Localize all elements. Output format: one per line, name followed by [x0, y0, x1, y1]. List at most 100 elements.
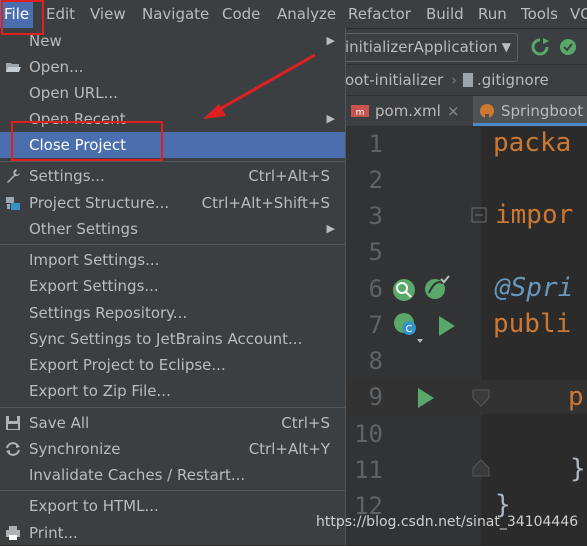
menu-item-other-settings-label: Other Settings	[29, 220, 138, 238]
menu-item-settings-repository[interactable]: Settings Repository...	[0, 300, 345, 326]
spring-bean-icon[interactable]	[391, 277, 417, 303]
run-icon[interactable]	[416, 386, 436, 410]
submenu-arrow-icon: ▶	[326, 34, 335, 47]
annotation-arrow-icon	[203, 53, 316, 119]
menu-build-label: Build	[426, 5, 464, 23]
menu-edit[interactable]: Edit	[42, 0, 79, 28]
menu-refactor[interactable]: Refactor	[344, 0, 415, 28]
navigation-bar: oot-initializer › .gitignore	[345, 65, 587, 96]
svg-text:C: C	[406, 324, 413, 335]
menu-view-label: View	[90, 5, 126, 23]
spring-config-icon[interactable]	[423, 275, 451, 303]
menu-item-export-zip[interactable]: Export to Zip File...	[0, 378, 345, 404]
run-configuration-select[interactable]: initializerApplication ▼	[345, 33, 518, 62]
line-number: 10	[354, 420, 383, 448]
menu-build[interactable]: Build	[422, 0, 468, 28]
menu-edit-label: Edit	[46, 5, 76, 23]
main-toolbar: initializerApplication ▼	[345, 29, 587, 65]
menu-item-save-all-shortcut: Ctrl+S	[281, 414, 330, 432]
code-line-1: packa	[493, 128, 572, 158]
menu-refactor-label: Refactor	[348, 5, 411, 23]
menu-item-synchronize[interactable]: Synchronize Ctrl+Alt+Y	[0, 436, 345, 462]
menu-code-label: Code	[222, 5, 261, 23]
menu-item-import-settings-label: Import Settings...	[29, 251, 160, 269]
fold-icon[interactable]	[471, 207, 489, 225]
menu-item-settings-repository-label: Settings Repository...	[29, 304, 188, 322]
menu-analyze-label: Analyze	[277, 5, 337, 23]
rebuild-icon[interactable]	[531, 38, 549, 56]
menu-item-export-settings-label: Export Settings...	[29, 277, 159, 295]
menu-navigate-label: Navigate	[142, 5, 210, 23]
menu-item-sync-settings-label: Sync Settings to JetBrains Account...	[29, 330, 303, 348]
chevron-down-icon: ▼	[501, 40, 511, 54]
run-configuration-label: initializerApplication	[345, 38, 498, 56]
menu-navigate[interactable]: Navigate	[138, 0, 213, 28]
menu-item-invalidate-caches-label: Invalidate Caches / Restart...	[29, 466, 246, 484]
menu-separator	[0, 161, 345, 162]
save-icon	[6, 416, 20, 430]
menu-item-export-zip-label: Export to Zip File...	[29, 382, 171, 400]
run-spring-icon[interactable]	[559, 38, 579, 56]
menu-item-synchronize-shortcut: Ctrl+Alt+Y	[248, 440, 330, 458]
tab-pom-xml[interactable]: m pom.xml ×	[345, 96, 470, 126]
menu-item-save-all[interactable]: Save All Ctrl+S	[0, 410, 345, 436]
menu-separator	[0, 490, 345, 491]
line-number: 1	[368, 130, 383, 158]
menu-item-import-settings[interactable]: Import Settings...	[0, 247, 345, 273]
menu-item-other-settings[interactable]: Other Settings ▶	[0, 216, 345, 242]
sync-icon	[6, 442, 20, 456]
menu-item-sync-settings[interactable]: Sync Settings to JetBrains Account...	[0, 326, 345, 352]
menu-item-export-eclipse[interactable]: Export Project to Eclipse...	[0, 352, 345, 378]
menu-item-project-structure-shortcut: Ctrl+Alt+Shift+S	[201, 194, 330, 212]
menu-tools[interactable]: Tools	[517, 0, 562, 28]
menu-run-label: Run	[478, 5, 507, 23]
watermark-text: https://blog.csdn.net/sinat_34104446	[316, 514, 579, 530]
code-line-6: @Spri	[495, 273, 574, 303]
menu-code[interactable]: Code	[218, 0, 264, 28]
line-number: 7	[368, 311, 383, 339]
wrench-icon	[7, 169, 20, 183]
menu-item-print[interactable]: Print...	[0, 520, 345, 546]
line-number: 11	[354, 456, 383, 484]
menu-bar: File Edit View Navigate Code Analyze Ref…	[0, 0, 587, 29]
fold-icon[interactable]	[471, 388, 491, 408]
java-class-icon	[480, 104, 494, 120]
menu-item-invalidate-caches[interactable]: Invalidate Caches / Restart...	[0, 462, 345, 488]
run-icon[interactable]	[437, 314, 457, 338]
print-icon	[6, 526, 20, 540]
close-icon[interactable]: ×	[447, 96, 460, 126]
menu-item-settings-label: Settings...	[29, 167, 105, 185]
menu-run[interactable]: Run	[474, 0, 511, 28]
menu-item-export-settings[interactable]: Export Settings...	[0, 273, 345, 299]
fold-icon[interactable]	[471, 458, 491, 478]
line-number: 2	[368, 166, 383, 194]
menu-item-export-html-label: Export to HTML...	[29, 497, 159, 515]
menu-item-settings[interactable]: Settings... Ctrl+Alt+S	[0, 163, 345, 189]
tab-springboot-label: Springboot	[501, 102, 584, 120]
menu-tools-label: Tools	[521, 5, 558, 23]
menu-item-export-html[interactable]: Export to HTML...	[0, 493, 345, 519]
menu-vcs[interactable]: VCS	[566, 0, 587, 28]
line-number: 5	[368, 238, 383, 266]
submenu-arrow-icon: ▶	[326, 112, 335, 125]
menu-view[interactable]: View	[86, 0, 130, 28]
code-line-11: }	[570, 454, 586, 484]
menu-vcs-label: VCS	[570, 5, 587, 23]
breadcrumb-project[interactable]: oot-initializer	[345, 65, 443, 95]
menu-item-project-structure[interactable]: Project Structure... Ctrl+Alt+Shift+S	[0, 190, 345, 216]
spring-class-icon[interactable]: C	[391, 311, 425, 345]
code-line-9: p	[568, 382, 584, 412]
maven-file-icon: m	[351, 105, 369, 118]
menu-item-print-label: Print...	[29, 524, 78, 542]
menu-separator	[0, 244, 345, 245]
breadcrumb-separator: ›	[451, 71, 457, 89]
submenu-arrow-icon: ▶	[326, 222, 335, 235]
tab-springboot[interactable]: Springboot	[473, 96, 587, 126]
breadcrumb-file-label: .gitignore	[477, 71, 549, 89]
project-structure-icon	[6, 197, 20, 210]
tab-pom-xml-label: pom.xml	[375, 102, 441, 120]
menu-item-export-eclipse-label: Export Project to Eclipse...	[29, 356, 226, 374]
menu-item-open-url-label: Open URL...	[29, 84, 118, 102]
menu-analyze[interactable]: Analyze	[273, 0, 340, 28]
file-icon	[463, 73, 473, 87]
